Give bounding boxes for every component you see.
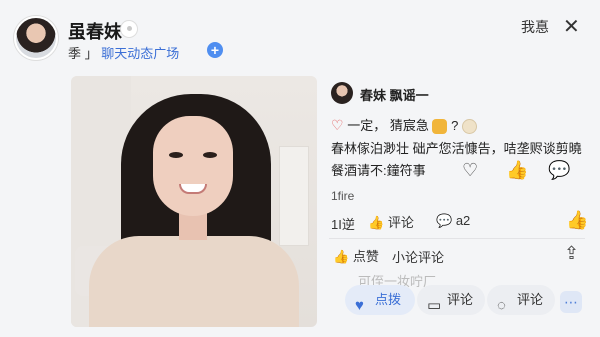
row-comment[interactable]: 👍 评论 — [368, 212, 414, 231]
thumb-up-icon[interactable]: 👍 — [566, 210, 588, 231]
divider — [329, 238, 585, 239]
close-icon[interactable]: ✕ — [563, 14, 580, 39]
comment-row[interactable]: 小论评论 — [392, 247, 444, 266]
username[interactable]: 虽春妹 — [68, 18, 122, 44]
sub-line: 季 」 聊天动态广场 — [68, 43, 179, 62]
sub-prefix: 季 」 — [68, 46, 98, 61]
channel-link[interactable]: 聊天动态广场 — [101, 46, 179, 61]
header: 虽春妹 季 」 聊天动态广场 + 我惪 ✕ — [0, 0, 600, 70]
comment-icon: ▭ — [427, 297, 442, 314]
like-button[interactable]: ♥ 点拨 — [345, 285, 415, 315]
face — [153, 116, 233, 216]
emoji-icon — [432, 119, 448, 135]
author-name[interactable]: 春妹 飘谣一 — [360, 85, 429, 104]
post-photo[interactable] — [71, 76, 317, 327]
thumb-up-icon: 👍 — [368, 215, 385, 230]
page: 虽春妹 季 」 聊天动态广场 + 我惪 ✕ 春妹 飘谣一 ♡ 一定， 猜宸急 ?… — [0, 0, 600, 337]
more-button[interactable]: ⋯ — [560, 291, 582, 313]
status-icon[interactable] — [120, 20, 138, 38]
post-text-line-3: 餐酒请不:鐘符事 — [331, 163, 426, 178]
smile — [179, 184, 207, 194]
comment-icon: ◌ — [497, 297, 506, 314]
emoji-icon — [461, 119, 477, 135]
row-reply[interactable]: 💬 a2 — [436, 213, 470, 229]
comment-icon[interactable]: 💬 — [548, 160, 570, 181]
row-stats: 1I逆 — [331, 217, 355, 232]
avatar[interactable] — [14, 16, 58, 60]
heart-filled-icon: ♥ — [355, 297, 364, 314]
reaction-count: 1fire — [331, 189, 355, 203]
background-shelf — [279, 146, 309, 246]
add-button[interactable]: + — [207, 42, 223, 58]
heart-outline-icon[interactable]: ♡ — [462, 160, 478, 181]
post-text-line-1: ♡ 一定， 猜宸急 ? — [331, 115, 477, 135]
top-right-label[interactable]: 我惪 — [521, 17, 549, 37]
comment-icon: 💬 — [436, 213, 453, 228]
post-text-line-2: 春林傢泊渺壮 础产您活慷告，咭垄赆谈剪曉 — [331, 141, 582, 156]
thumb-up-icon[interactable]: 👍 — [506, 160, 528, 181]
eye-left — [169, 152, 183, 158]
share-icon[interactable]: ⇪ — [564, 243, 579, 264]
eye-right — [203, 152, 217, 158]
sweater — [89, 236, 299, 327]
comment-button-2[interactable]: ◌ 评论 — [487, 285, 555, 315]
comment-button[interactable]: ▭ 评论 — [417, 285, 485, 315]
bottom-action-bar: ♥ 点拨 ▭ 评论 ◌ 评论 — [329, 285, 589, 319]
heart-icon: ♡ — [331, 117, 344, 133]
like-row[interactable]: 👍 点赞 — [333, 246, 379, 265]
thumb-up-filled-icon: 👍 — [333, 249, 350, 264]
author-avatar[interactable] — [331, 82, 353, 104]
